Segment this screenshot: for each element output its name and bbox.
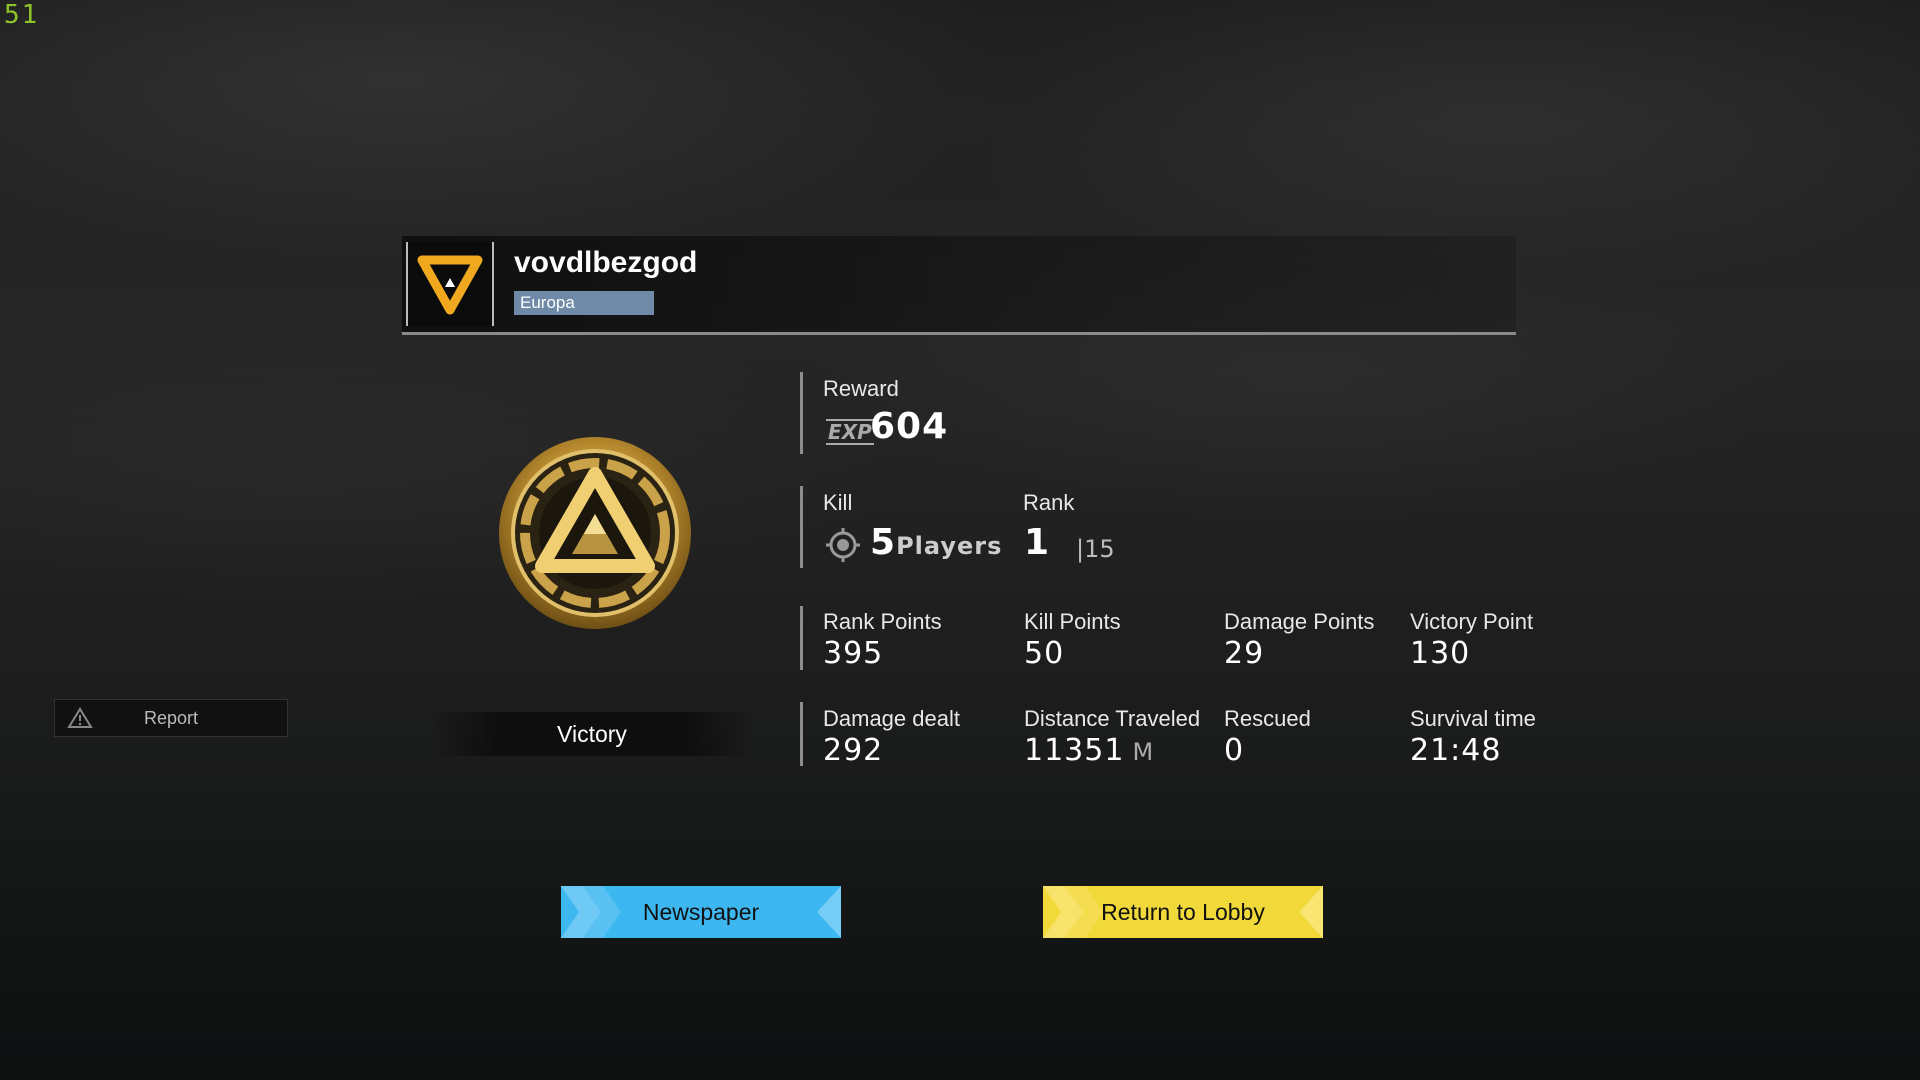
damage-points-value: 29 (1224, 636, 1265, 671)
rescued-label: Rescued (1224, 706, 1311, 731)
player-name: vovdlbezgod (514, 246, 698, 279)
kill-label: Kill (823, 490, 853, 515)
divider (800, 486, 803, 568)
divider (800, 606, 803, 670)
distance-number: 11351 (1024, 733, 1125, 768)
survival-label: Survival time (1410, 706, 1536, 731)
divider (800, 702, 803, 766)
fps-counter: 51 (4, 0, 40, 30)
reward-label: Reward (823, 376, 899, 401)
newspaper-button[interactable]: Newspaper (561, 886, 841, 938)
return-to-lobby-button[interactable]: Return to Lobby (1043, 886, 1323, 938)
report-label: Report (143, 708, 199, 728)
region-badge: Europa (514, 291, 654, 315)
return-to-lobby-label: Return to Lobby (1101, 899, 1265, 925)
distance-label: Distance Traveled (1024, 706, 1201, 731)
kill-points-label: Kill Points (1024, 609, 1121, 634)
rank-points-label: Rank Points (823, 609, 942, 634)
kill-value: 5Players (870, 522, 1002, 563)
distance-value: 11351 M (1024, 733, 1154, 768)
survival-value: 21:48 (1410, 733, 1502, 768)
chevron-right-icon (561, 886, 621, 938)
rescued-value: 0 (1224, 733, 1245, 768)
kill-points-value: 50 (1024, 636, 1065, 671)
damage-dealt-value: 292 (823, 733, 884, 768)
chevron-left-icon (817, 886, 841, 938)
divider (800, 372, 803, 454)
crosshair-icon (826, 528, 860, 562)
report-button[interactable]: Report (54, 699, 288, 737)
newspaper-label: Newspaper (642, 899, 760, 925)
damage-dealt-label: Damage dealt (823, 706, 960, 731)
player-avatar (406, 242, 494, 326)
kill-count: 5 (870, 522, 897, 563)
team-emblem-icon (417, 255, 483, 315)
rank-total: |15 (1076, 535, 1115, 563)
rank-points-value: 395 (823, 636, 884, 671)
chevron-left-icon (1299, 886, 1323, 938)
rank-value: 1 (1024, 522, 1051, 563)
victory-point-label: Victory Point (1410, 609, 1534, 634)
victory-medal-icon (499, 437, 691, 629)
exp-icon: EXP (826, 419, 874, 445)
victory-point-value: 130 (1410, 636, 1471, 671)
reward-value: 604 (870, 406, 949, 447)
damage-points-label: Damage Points (1224, 609, 1375, 634)
kill-unit: Players (896, 532, 1003, 560)
distance-unit: M (1132, 738, 1155, 766)
rank-label: Rank (1023, 490, 1075, 515)
result-label: Victory (432, 712, 752, 756)
